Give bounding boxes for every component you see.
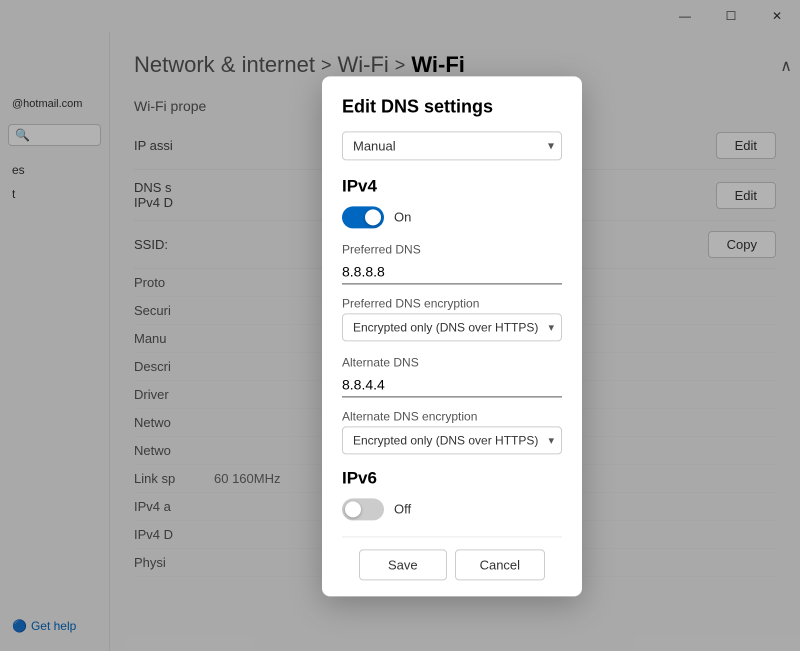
alternate-dns-input[interactable] xyxy=(342,372,562,397)
save-button[interactable]: Save xyxy=(359,549,447,580)
ipv6-toggle-row: Off xyxy=(342,498,562,520)
alternate-enc-select[interactable]: Encrypted only (DNS over HTTPS) Unencryp… xyxy=(342,426,562,454)
ipv6-toggle-thumb xyxy=(345,501,361,517)
preferred-enc-wrap: Encrypted only (DNS over HTTPS) Unencryp… xyxy=(342,313,562,341)
ipv6-toggle-label: Off xyxy=(394,501,411,516)
mode-dropdown-wrap: Manual Automatic ▾ xyxy=(342,131,562,160)
alternate-enc-wrap: Encrypted only (DNS over HTTPS) Unencryp… xyxy=(342,426,562,454)
preferred-enc-label: Preferred DNS encryption xyxy=(342,296,562,310)
ipv4-toggle-thumb xyxy=(365,209,381,225)
ipv4-heading: IPv4 xyxy=(342,176,562,196)
mode-select[interactable]: Manual Automatic xyxy=(342,131,562,160)
ipv4-toggle-label: On xyxy=(394,209,411,224)
alternate-dns-label: Alternate DNS xyxy=(342,355,562,369)
cancel-button[interactable]: Cancel xyxy=(455,549,545,580)
preferred-dns-input[interactable] xyxy=(342,259,562,284)
ipv4-toggle[interactable] xyxy=(342,206,384,228)
dialog-title: Edit DNS settings xyxy=(342,96,562,117)
dialog-footer: Save Cancel xyxy=(342,536,562,580)
ipv4-toggle-row: On xyxy=(342,206,562,228)
ipv6-toggle[interactable] xyxy=(342,498,384,520)
edit-dns-dialog: Edit DNS settings Manual Automatic ▾ IPv… xyxy=(322,76,582,596)
ipv6-heading: IPv6 xyxy=(342,468,562,488)
preferred-dns-label: Preferred DNS xyxy=(342,242,562,256)
alternate-enc-label: Alternate DNS encryption xyxy=(342,409,562,423)
preferred-enc-select[interactable]: Encrypted only (DNS over HTTPS) Unencryp… xyxy=(342,313,562,341)
